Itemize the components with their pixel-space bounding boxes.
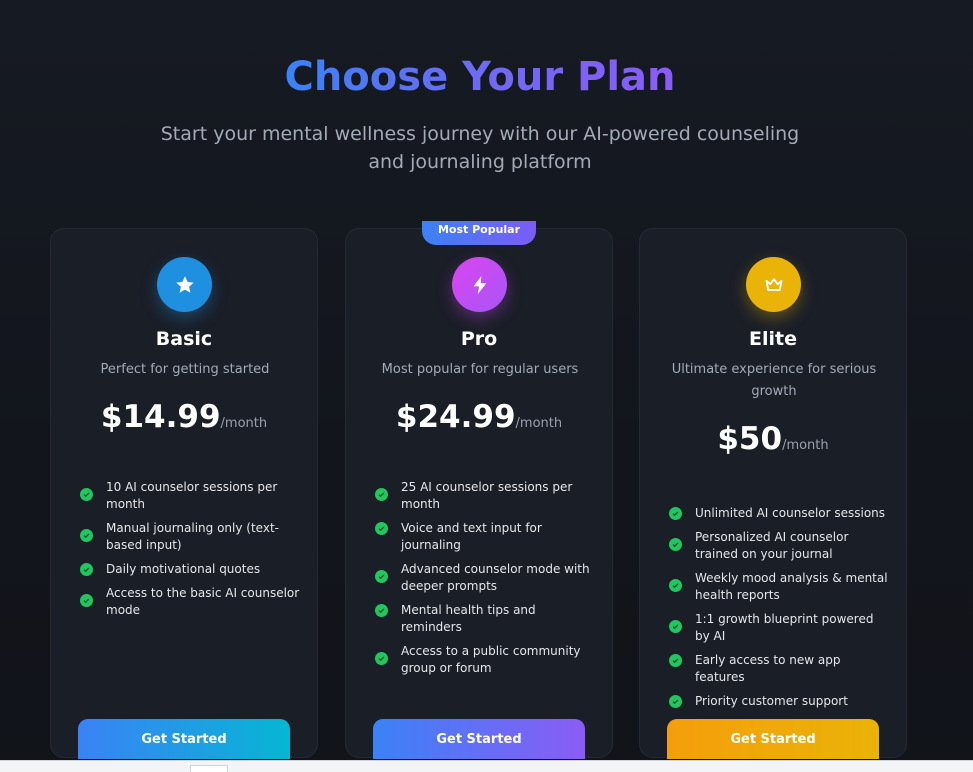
feature-text: 1:1 growth blueprint powered by AI xyxy=(695,612,874,643)
feature-text: Priority customer support xyxy=(695,694,848,708)
plan-name: Pro xyxy=(460,328,498,350)
check-icon xyxy=(375,652,388,665)
price-amount: $14.99 xyxy=(100,399,221,435)
feature-item: Weekly mood analysis & mental health rep… xyxy=(669,570,889,604)
check-icon xyxy=(375,604,388,617)
price-amount: $24.99 xyxy=(395,399,516,435)
crown-icon xyxy=(746,257,801,312)
check-icon xyxy=(80,563,93,576)
feature-item: Mental health tips and reminders xyxy=(375,602,595,636)
price-amount: $50 xyxy=(717,421,783,457)
check-icon xyxy=(669,654,682,667)
check-icon xyxy=(80,594,93,607)
check-icon xyxy=(375,488,388,501)
feature-list: Unlimited AI counselor sessions Personal… xyxy=(669,505,889,717)
feature-item: Unlimited AI counselor sessions xyxy=(669,505,889,522)
plan-price: $14.99/month xyxy=(51,399,317,435)
feature-item: Advanced counselor mode with deeper prom… xyxy=(375,561,595,595)
feature-text: Advanced counselor mode with deeper prom… xyxy=(401,562,590,593)
lightning-icon xyxy=(452,257,507,312)
check-icon xyxy=(669,507,682,520)
check-icon xyxy=(669,695,682,708)
feature-item: Manual journaling only (text-based input… xyxy=(80,520,300,554)
plan-name: Basic xyxy=(155,328,213,350)
get-started-button-elite[interactable]: Get Started xyxy=(667,719,879,759)
plan-description: Ultimate experience for serious growth xyxy=(671,362,877,399)
feature-item: 1:1 growth blueprint powered by AI xyxy=(669,611,889,645)
get-started-button-basic[interactable]: Get Started xyxy=(78,719,290,759)
page-title: Choose Your Plan xyxy=(284,54,676,100)
check-icon xyxy=(669,579,682,592)
check-icon xyxy=(375,570,388,583)
plan-name: Elite xyxy=(749,328,797,350)
feature-text: Daily motivational quotes xyxy=(106,562,261,576)
feature-text: Unlimited AI counselor sessions xyxy=(695,506,886,520)
check-icon xyxy=(669,620,682,633)
feature-text: Manual journaling only (text-based input… xyxy=(106,521,279,552)
check-icon xyxy=(80,529,93,542)
feature-text: Weekly mood analysis & mental health rep… xyxy=(695,571,888,602)
plan-card-pro: Most Popular Pro Most popular for regula… xyxy=(345,221,613,759)
get-started-button-pro[interactable]: Get Started xyxy=(373,719,585,759)
plan-description: Most popular for regular users xyxy=(381,362,579,377)
plan-card-basic: Basic Perfect for getting started $14.99… xyxy=(50,228,318,759)
feature-text: Mental health tips and reminders xyxy=(401,603,536,634)
feature-item: Daily motivational quotes xyxy=(80,561,300,578)
feature-list: 10 AI counselor sessions per month Manua… xyxy=(80,479,300,626)
feature-item: Early access to new app features xyxy=(669,652,889,686)
feature-item: Priority customer support xyxy=(669,693,889,710)
price-period: /month xyxy=(220,416,268,431)
page-subtitle: Start your mental wellness journey with … xyxy=(160,123,800,173)
check-icon xyxy=(669,538,682,551)
check-icon xyxy=(80,488,93,501)
feature-item: Personalized AI counselor trained on you… xyxy=(669,529,889,563)
check-icon xyxy=(375,522,388,535)
feature-item: Access to the basic AI counselor mode xyxy=(80,585,300,619)
feature-item: 10 AI counselor sessions per month xyxy=(80,479,300,513)
feature-item: Voice and text input for journaling xyxy=(375,520,595,554)
feature-text: Personalized AI counselor trained on you… xyxy=(695,530,849,561)
most-popular-badge: Most Popular xyxy=(422,221,536,245)
star-icon xyxy=(157,257,212,312)
plan-price: $24.99/month xyxy=(346,399,612,435)
feature-item: 25 AI counselor sessions per month xyxy=(375,479,595,513)
feature-item: Access to a public community group or fo… xyxy=(375,643,595,677)
feature-text: Access to the basic AI counselor mode xyxy=(106,586,300,617)
price-period: /month xyxy=(782,438,829,453)
feature-list: 25 AI counselor sessions per month Voice… xyxy=(375,479,595,684)
plan-description: Perfect for getting started xyxy=(100,362,270,377)
feature-text: 25 AI counselor sessions per month xyxy=(401,480,573,511)
price-period: /month xyxy=(515,416,563,431)
feature-text: 10 AI counselor sessions per month xyxy=(106,480,278,511)
plan-card-elite: Elite Ultimate experience for serious gr… xyxy=(639,228,907,759)
feature-text: Voice and text input for journaling xyxy=(401,521,542,552)
feature-text: Early access to new app features xyxy=(695,653,841,684)
browser-bottom-bar xyxy=(0,760,973,772)
plan-price: $50/month xyxy=(640,421,906,457)
feature-text: Access to a public community group or fo… xyxy=(401,644,581,675)
bottom-tab[interactable] xyxy=(190,765,228,772)
